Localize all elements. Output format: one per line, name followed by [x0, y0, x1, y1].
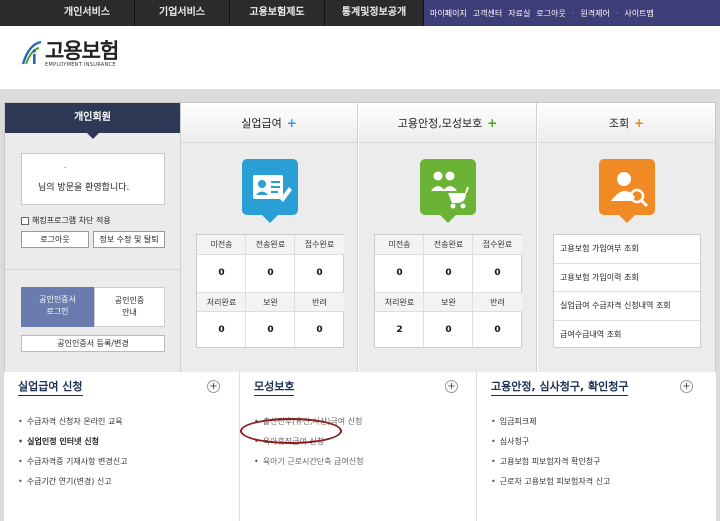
plus-icon[interactable]: +	[487, 116, 497, 130]
util-remote-control-link[interactable]: 원격제어	[580, 8, 609, 19]
list-item[interactable]: 육아기 근로시간단축 급여신청	[254, 452, 364, 472]
logo-mark-icon	[20, 40, 42, 66]
plus-icon[interactable]: +	[445, 380, 458, 393]
tab-statistics[interactable]: 통계및정보공개	[325, 0, 424, 26]
status-header: 접수완료	[295, 235, 344, 255]
util-resources-link[interactable]: 자료실	[508, 8, 530, 19]
plus-icon[interactable]: +	[680, 380, 693, 393]
inquiry-item[interactable]: 급여수급내역 조회	[554, 321, 700, 350]
tab-business-service[interactable]: 기업서비스	[135, 0, 230, 26]
util-logout-link[interactable]: 로그아웃	[536, 8, 565, 19]
status-value[interactable]: 0	[197, 255, 246, 292]
unemployment-benefit-heading[interactable]: 실업급여 +	[181, 103, 357, 143]
status-value[interactable]: 0	[375, 255, 424, 292]
cert-register-button[interactable]: 공인인증서 등록/변경	[21, 335, 165, 352]
id-card-icon[interactable]	[242, 159, 298, 223]
inquiry-links: 고용보험 가입여부 조회 고용보험 가입이력 조회 실업급여 수급자격 신청내역…	[553, 234, 701, 348]
list-item[interactable]: 수급자격 신청자 온라인 교육	[18, 412, 127, 432]
list-item[interactable]: 실업인정 인터넷 신청	[18, 432, 127, 452]
status-value[interactable]: 0	[473, 312, 522, 349]
plus-icon[interactable]: +	[287, 116, 297, 130]
family-stroller-icon[interactable]	[420, 159, 476, 223]
list-item[interactable]: 임금피크제	[491, 412, 610, 432]
grid-line	[294, 235, 295, 349]
welcome-box: . 님의 방문을 환영합니다.	[21, 153, 165, 205]
personal-member-heading[interactable]: 개인회원	[5, 103, 180, 133]
edit-info-button[interactable]: 정보 수정 및 탈퇴	[93, 231, 165, 248]
list-item[interactable]: 근로자 고용보험 피보험자격 신고	[491, 472, 611, 492]
status-value[interactable]: 2	[375, 312, 424, 349]
cert-guide-tab[interactable]: 공인인증 안내	[94, 287, 165, 327]
inquiry-item[interactable]: 고용보험 가입여부 조회	[554, 235, 700, 264]
grid-line	[472, 235, 473, 349]
site-header: 고용보험 EMPLOYMENT INSURANCE	[0, 26, 720, 90]
grid-line	[423, 235, 424, 349]
status-value[interactable]: 0	[246, 312, 295, 349]
welcome-dot: .	[64, 162, 67, 170]
maternity-list: 모성보호 + 출산전후(유산,사산)급여 신청 육아휴직급여 신청 육아기 근로…	[240, 372, 477, 521]
employment-stability-list: 고용안정, 심사청구, 확인청구 + 임금피크제 심사청구 고용보험 피보험자격…	[477, 372, 716, 521]
status-header: 처리완료	[375, 292, 424, 312]
status-header: 반려	[295, 292, 344, 312]
top-navigation: 개인서비스 기업서비스 고용보험제도 통계및정보공개 마이페이지 고객센터 자료…	[0, 0, 720, 26]
status-value[interactable]: 0	[197, 312, 246, 349]
status-value[interactable]: 0	[246, 255, 295, 292]
tab-insurance-system[interactable]: 고용보험제도	[230, 0, 325, 26]
main-area: 개인회원 . 님의 방문을 환영합니다. 해킹프로그램 차단 적용 로그아웃 정…	[0, 90, 720, 521]
employment-status-table: 미전송 전송완료 접수완료 0 0 0 처리완료 보완 반려 2 0 0	[374, 234, 522, 349]
inquiry-heading[interactable]: 조회 +	[538, 103, 715, 143]
status-header: 전송완료	[246, 235, 295, 255]
status-header: 접수완료	[473, 235, 522, 255]
status-header: 보완	[424, 292, 473, 312]
tab-personal-service[interactable]: 개인서비스	[40, 0, 135, 26]
status-header: 보완	[246, 292, 295, 312]
status-header: 반려	[473, 292, 522, 312]
site-logo[interactable]: 고용보험 EMPLOYMENT INSURANCE	[20, 39, 119, 68]
grid-line	[245, 235, 246, 349]
hacking-block-label: 해킹프로그램 차단 적용	[32, 216, 111, 225]
list-title[interactable]: 모성보호	[254, 378, 295, 396]
status-header: 전송완료	[424, 235, 473, 255]
plus-icon[interactable]: +	[207, 380, 220, 393]
util-mypage-link[interactable]: 마이페이지	[430, 8, 467, 19]
status-value[interactable]: 0	[473, 255, 522, 292]
cert-login-tab[interactable]: 공인인증서 로그인	[21, 287, 94, 327]
list-item[interactable]: 심사청구	[491, 432, 610, 452]
status-value[interactable]: 0	[424, 312, 473, 349]
highlight-circle	[240, 418, 342, 444]
hacking-block-checkbox[interactable]	[21, 216, 29, 225]
hacking-block-option[interactable]: 해킹프로그램 차단 적용	[21, 215, 111, 226]
login-divider	[5, 269, 180, 270]
list-item[interactable]: 고용보험 피보험자격 확인청구	[491, 452, 610, 472]
util-customer-center-link[interactable]: 고객센터	[473, 8, 502, 19]
list-item[interactable]: 수급기간 연기(변경) 신고	[18, 472, 127, 492]
list-item[interactable]: 수급자격증 기재사항 변경신고	[18, 452, 128, 472]
logo-english-text: EMPLOYMENT INSURANCE	[45, 62, 116, 68]
plus-icon[interactable]: +	[634, 116, 644, 130]
status-header: 미전송	[375, 235, 424, 255]
unemployment-apply-list: 실업급여 신청 + 수급자격 신청자 온라인 교육 실업인정 인터넷 신청 수급…	[4, 372, 240, 521]
status-header: 미전송	[197, 235, 246, 255]
status-header: 처리완료	[197, 292, 246, 312]
user-search-icon[interactable]	[599, 159, 655, 223]
logout-button[interactable]: 로그아웃	[21, 231, 89, 248]
util-sitemap-link[interactable]: 사이트맵	[624, 8, 653, 19]
status-value[interactable]: 0	[424, 255, 473, 292]
welcome-message: 님의 방문을 환영합니다.	[38, 183, 130, 193]
employment-stability-heading[interactable]: 고용안정,모성보호 +	[359, 103, 536, 143]
status-value[interactable]: 0	[295, 255, 344, 292]
list-title[interactable]: 실업급여 신청	[18, 378, 83, 396]
list-title[interactable]: 고용안정, 심사청구, 확인청구	[491, 378, 629, 396]
quick-link-lists: 실업급여 신청 + 수급자격 신청자 온라인 교육 실업인정 인터넷 신청 수급…	[4, 372, 716, 521]
unemployment-status-table: 미전송 전송완료 접수완료 0 0 0 처리완료 보완 반려 0 0 0	[196, 234, 344, 349]
status-value[interactable]: 0	[295, 312, 344, 349]
inquiry-item[interactable]: 고용보험 가입이력 조회	[554, 264, 700, 292]
inquiry-item[interactable]: 실업급여 수급자격 신청내역 조회	[554, 292, 700, 321]
logo-korean-text: 고용보험	[45, 39, 119, 63]
utility-menu: 마이페이지 고객센터 자료실 로그아웃 · 원격제어 · 사이트맵	[424, 0, 720, 26]
